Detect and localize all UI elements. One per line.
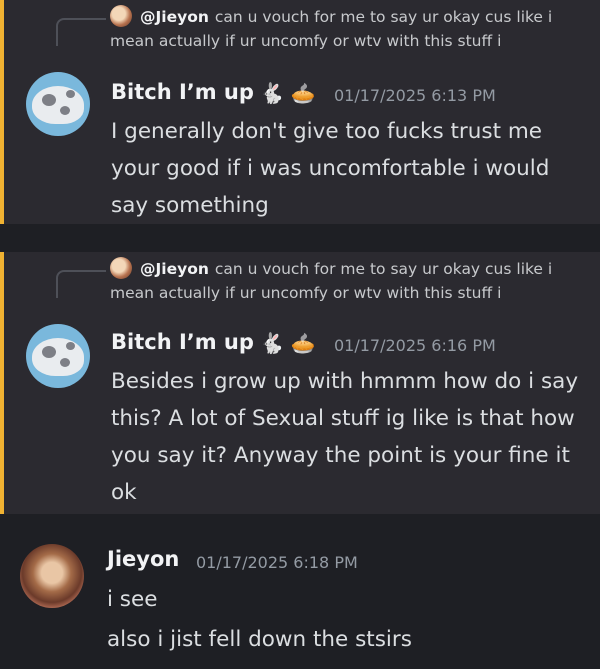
message-text: i see bbox=[107, 587, 158, 612]
message-highlighted: @Jieyon can u vouch for me to say ur okay… bbox=[0, 0, 600, 224]
message-content: i see also i jist fell down the stsirs bbox=[107, 581, 582, 658]
message-content: Besides i grow up with hmmm how do i say… bbox=[111, 363, 586, 511]
pie-icon: 🥧 bbox=[290, 81, 316, 105]
message-content: I generally don't give too fucks trust m… bbox=[111, 113, 586, 224]
reply-preview[interactable]: @Jieyon can u vouch for me to say ur okay… bbox=[110, 5, 590, 53]
reply-avatar bbox=[110, 5, 132, 27]
rabbit-icon: 🐇 bbox=[259, 81, 285, 105]
timestamp: 01/17/2025 6:16 PM bbox=[334, 336, 496, 355]
message-text: also i jist fell down the stsirs bbox=[107, 627, 412, 652]
reply-preview[interactable]: @Jieyon can u vouch for me to say ur okay… bbox=[110, 257, 590, 305]
reply-avatar bbox=[110, 257, 132, 279]
reply-mention[interactable]: @Jieyon bbox=[140, 260, 209, 278]
pie-icon: 🥧 bbox=[290, 331, 316, 355]
timestamp: 01/17/2025 6:13 PM bbox=[334, 86, 496, 105]
username-text[interactable]: Bitch I’m up bbox=[111, 80, 254, 104]
message-highlighted: @Jieyon can u vouch for me to say ur okay… bbox=[0, 252, 600, 514]
timestamp: 01/17/2025 6:18 PM bbox=[196, 553, 358, 572]
username-text[interactable]: Bitch I’m up bbox=[111, 330, 254, 354]
message-text: Besides i grow up with hmmm how do i say… bbox=[111, 369, 579, 505]
message-text: I generally don't give too fucks trust m… bbox=[111, 119, 550, 218]
username[interactable]: Bitch I’m up 🐇 🥧 bbox=[111, 80, 316, 105]
username[interactable]: Jieyon bbox=[107, 547, 179, 571]
avatar[interactable] bbox=[20, 544, 84, 608]
username[interactable]: Bitch I’m up 🐇 🥧 bbox=[111, 330, 316, 355]
reply-connector bbox=[56, 270, 106, 298]
reply-mention[interactable]: @Jieyon bbox=[140, 8, 209, 26]
reply-connector bbox=[56, 18, 106, 46]
rabbit-icon: 🐇 bbox=[259, 331, 285, 355]
avatar[interactable] bbox=[26, 324, 90, 388]
username-text[interactable]: Jieyon bbox=[107, 547, 179, 571]
avatar[interactable] bbox=[26, 72, 90, 136]
